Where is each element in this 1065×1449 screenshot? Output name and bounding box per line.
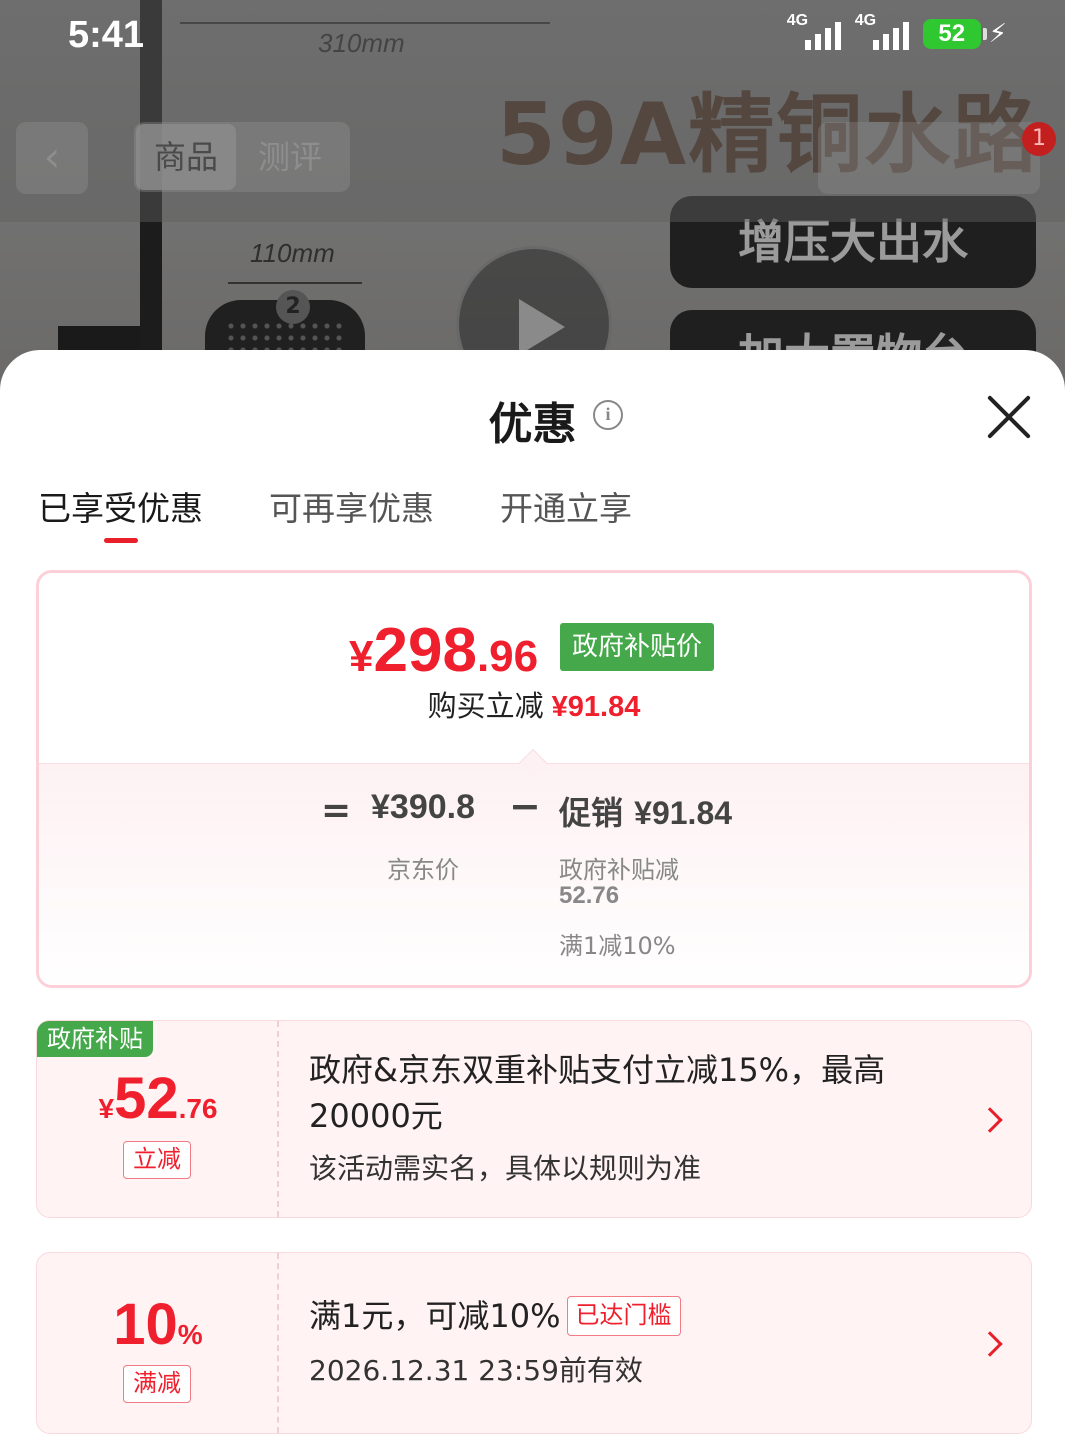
tab-more-discounts[interactable]: 可再享优惠 — [269, 482, 434, 546]
coupon-description-text: 满1元，可减10% — [309, 1297, 561, 1335]
coupon-value-panel: 政府补贴 ¥52.76 立减 — [37, 1021, 279, 1217]
discount-sheet: 优惠 i 已享受优惠 可再享优惠 开通立享 ¥298.96 政府补贴价 购买立减… — [0, 350, 1065, 1449]
dimension-line — [228, 282, 362, 284]
signal-icon: 4G — [855, 12, 915, 54]
tab-activate-discounts[interactable]: 开通立享 — [500, 482, 632, 546]
chevron-right-icon[interactable] — [977, 1107, 1003, 1133]
charging-icon: ⚡ — [988, 19, 1007, 49]
equals-sign: = — [321, 790, 352, 831]
battery-icon: 52 — [922, 19, 987, 49]
coupon-validity: 2026.12.31 23:59前有效 — [309, 1354, 643, 1387]
purchase-reduction: 购买立减 ¥91.84 — [39, 683, 1029, 725]
back-button[interactable]: ‹ — [16, 122, 88, 194]
coupon-government-subsidy[interactable]: 政府补贴 ¥52.76 立减 政府&京东双重补贴支付立减15%，最高20000元… — [36, 1020, 1032, 1218]
top-action-buttons[interactable] — [818, 122, 1040, 194]
coupon-full-reduction[interactable]: 10% 满减 满1元，可减10% 已达门槛 2026.12.31 23:59前有效 — [36, 1252, 1032, 1434]
price-summary-card: ¥298.96 政府补贴价 购买立减 ¥91.84 = ¥390.8 京东价 − … — [36, 570, 1032, 988]
reduction-amount: ¥91.84 — [551, 691, 641, 723]
minus-sign: − — [509, 784, 541, 828]
coupon-description: 满1元，可减10% 已达门槛 — [309, 1293, 959, 1339]
coupon-amount: 10% — [113, 1292, 203, 1357]
reduction-label: 购买立减 — [427, 689, 544, 723]
promotion-detail-rule: 满1减10% — [559, 932, 676, 960]
dimension-label-head: 110mm — [250, 238, 335, 268]
shower-head-number: 2 — [276, 290, 310, 324]
chevron-right-icon[interactable] — [977, 1331, 1003, 1357]
threshold-reached-badge: 已达门槛 — [566, 1296, 681, 1336]
jd-price: ¥390.8 — [371, 788, 475, 826]
subsidy-price-tag: 政府补贴价 — [560, 623, 715, 671]
coupon-corner-tag: 政府补贴 — [37, 1021, 153, 1057]
jd-price-label: 京东价 — [387, 856, 459, 884]
cart-count-badge: 1 — [1022, 122, 1056, 156]
coupon-description: 政府&京东双重补贴支付立减15%，最高20000元 — [309, 1051, 886, 1135]
final-price-section: ¥298.96 政府补贴价 购买立减 ¥91.84 — [39, 573, 1029, 763]
coupon-type-badge: 立减 — [123, 1141, 191, 1179]
coupon-note: 该活动需实名，具体以规则为准 — [309, 1152, 702, 1185]
promotion-detail-label: 政府补贴减 — [559, 856, 679, 884]
promotion-total: 促销 ¥91.84 — [559, 794, 733, 832]
sheet-title: 优惠 — [488, 399, 577, 450]
status-icons: 4G 4G 52 ⚡ — [787, 12, 1007, 54]
discount-tabs: 已享受优惠 可再享优惠 开通立享 — [38, 482, 632, 546]
tab-product[interactable]: 商品 — [136, 124, 236, 190]
signal-icon: 4G — [787, 12, 847, 54]
product-tab-switch: 商品 测评 — [134, 122, 350, 192]
coupon-type-badge: 满减 — [123, 1365, 191, 1403]
coupon-amount: ¥52.76 — [98, 1066, 218, 1131]
promotion-detail-amount: 52.76 — [559, 882, 620, 909]
status-time: 5:41 — [68, 14, 145, 56]
coupon-value-panel: 10% 满减 — [37, 1253, 279, 1433]
tab-enjoyed-discounts[interactable]: 已享受优惠 — [38, 482, 203, 546]
close-icon[interactable] — [984, 392, 1034, 442]
final-price: ¥298.96 — [349, 616, 539, 685]
tab-review[interactable]: 测评 — [240, 124, 340, 190]
price-breakdown: = ¥390.8 京东价 − 促销 ¥91.84 政府补贴减 52.76 满1减… — [39, 763, 1029, 985]
info-icon[interactable]: i — [593, 400, 623, 430]
